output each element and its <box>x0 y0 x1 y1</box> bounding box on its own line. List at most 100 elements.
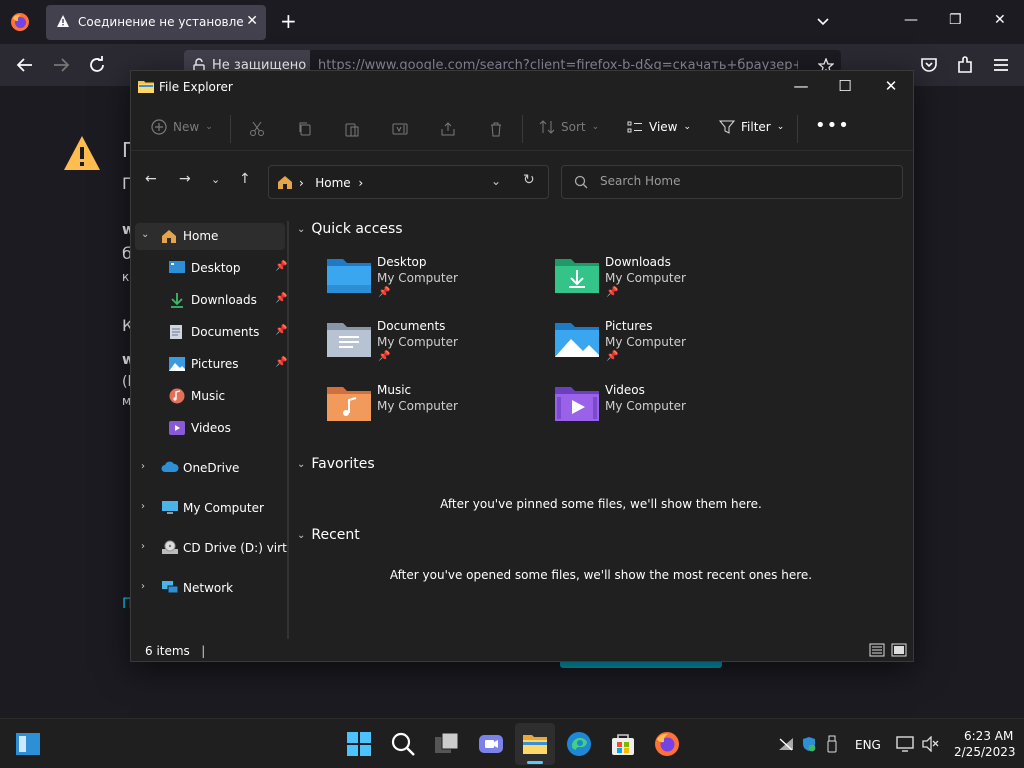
extensions-icon[interactable] <box>954 54 976 76</box>
address-bar[interactable]: › Home › ⌄ ↻ <box>268 165 549 199</box>
pin-icon[interactable]: 📌 <box>275 357 287 368</box>
nav-item-label: Videos <box>191 421 231 435</box>
quick-access-item-desktop[interactable]: Desktop My Computer 📌 <box>327 255 537 311</box>
minimize-icon[interactable]: — <box>791 77 811 95</box>
app-menu-icon[interactable] <box>990 54 1012 76</box>
cut-icon[interactable] <box>249 121 265 137</box>
microsoft-store-icon[interactable] <box>610 731 636 757</box>
nav-item-downloads[interactable]: Downloads 📌 <box>135 287 287 314</box>
close-icon[interactable]: ✕ <box>881 77 901 95</box>
browser-tab-active[interactable]: Соединение не установлено: Потенциальная… <box>46 5 266 40</box>
search-input[interactable] <box>600 174 890 188</box>
quick-access-item-videos[interactable]: Videos My Computer <box>555 383 765 439</box>
forward-icon[interactable]: → <box>179 171 191 187</box>
new-button[interactable]: New ⌄ <box>151 119 213 135</box>
music-icon <box>169 388 185 404</box>
new-tab-button[interactable]: + <box>280 11 297 31</box>
start-windows-icon[interactable] <box>346 731 372 757</box>
view-button[interactable]: View ⌄ <box>627 119 691 135</box>
chevron-right-icon[interactable]: › <box>141 501 145 512</box>
nav-item-videos[interactable]: Videos <box>135 415 285 442</box>
pin-icon[interactable]: 📌 <box>275 293 287 304</box>
filter-button[interactable]: Filter ⌄ <box>719 119 784 135</box>
details-view-icon[interactable] <box>869 643 885 657</box>
warning-icon <box>57 15 69 27</box>
pocket-icon[interactable] <box>918 54 940 76</box>
computer-icon <box>162 501 178 514</box>
chevron-down-icon: ⌄ <box>297 458 306 470</box>
chevron-down-icon[interactable]: ⌄ <box>141 229 149 240</box>
file-explorer-icon[interactable] <box>522 731 548 757</box>
search-icon <box>574 175 588 189</box>
nav-item-documents[interactable]: Documents 📌 <box>135 319 287 346</box>
restore-icon[interactable]: ❐ <box>949 12 962 28</box>
item-location: My Computer <box>377 271 458 285</box>
volume-muted-icon[interactable] <box>922 736 940 752</box>
clock-date[interactable]: 2/25/2023 <box>954 745 1016 759</box>
input-language[interactable]: ENG <box>855 738 881 752</box>
nav-item-network[interactable]: › Network <box>135 575 285 602</box>
nav-item-music[interactable]: Music <box>135 383 285 410</box>
copy-icon[interactable] <box>297 121 313 137</box>
recent-locations-icon[interactable]: ⌄ <box>211 173 220 186</box>
usb-drive-icon[interactable] <box>826 735 838 753</box>
display-icon[interactable] <box>896 736 914 752</box>
minimize-icon[interactable]: — <box>904 12 918 28</box>
nav-item-desktop[interactable]: Desktop 📌 <box>135 255 287 282</box>
more-options-icon[interactable]: ••• <box>815 115 850 136</box>
back-icon[interactable] <box>14 54 36 76</box>
filter-label: Filter <box>741 120 771 134</box>
documents-folder-icon <box>327 323 371 357</box>
chevron-right-icon[interactable]: › <box>141 581 145 592</box>
breadcrumb-home[interactable]: Home <box>315 176 350 190</box>
window-title: File Explorer <box>159 80 233 94</box>
favorites-header[interactable]: ⌄ Favorites <box>297 456 375 472</box>
show-desktop-icon[interactable] <box>16 733 40 755</box>
chevron-right-icon[interactable]: › <box>141 461 145 472</box>
chevron-down-icon[interactable]: ⌄ <box>491 174 501 188</box>
quick-access-item-pictures[interactable]: Pictures My Computer 📌 <box>555 319 765 375</box>
home-icon <box>162 230 176 243</box>
nav-item-home[interactable]: ⌄ Home <box>135 223 285 250</box>
quick-access-item-music[interactable]: Music My Computer <box>327 383 537 439</box>
nav-item-my-computer[interactable]: › My Computer <box>135 495 285 522</box>
explorer-title-bar[interactable]: File Explorer — ☐ ✕ <box>131 71 913 103</box>
music-folder-icon <box>327 387 371 421</box>
pin-icon[interactable]: 📌 <box>275 325 287 336</box>
paste-icon[interactable] <box>344 121 360 137</box>
forward-icon[interactable] <box>50 54 72 76</box>
sort-button[interactable]: Sort ⌄ <box>539 119 599 135</box>
teams-chat-icon[interactable] <box>478 731 504 757</box>
share-icon[interactable] <box>440 121 456 137</box>
clock-time[interactable]: 6:23 AM <box>964 729 1013 743</box>
firefox-logo-icon[interactable] <box>10 12 30 32</box>
chevron-right-icon[interactable]: › <box>141 541 145 552</box>
network-disconnected-icon[interactable] <box>778 737 794 751</box>
rename-icon[interactable] <box>392 121 408 137</box>
firefox-icon[interactable] <box>654 731 680 757</box>
security-shield-icon[interactable] <box>802 736 816 752</box>
edge-icon[interactable] <box>566 731 592 757</box>
pin-icon[interactable]: 📌 <box>275 261 287 272</box>
quick-access-item-downloads[interactable]: Downloads My Computer 📌 <box>555 255 765 311</box>
tiles-view-icon[interactable] <box>891 643 907 657</box>
refresh-icon[interactable]: ↻ <box>523 172 535 188</box>
maximize-icon[interactable]: ☐ <box>835 77 855 95</box>
delete-icon[interactable] <box>488 121 504 137</box>
quick-access-item-documents[interactable]: Documents My Computer 📌 <box>327 319 537 375</box>
nav-item-pictures[interactable]: Pictures 📌 <box>135 351 287 378</box>
close-window-icon[interactable]: ✕ <box>994 12 1006 28</box>
nav-item-cd-drive[interactable]: › CD Drive (D:) virtio-win <box>135 535 287 562</box>
search-icon[interactable] <box>390 731 416 757</box>
reload-icon[interactable] <box>86 54 108 76</box>
nav-item-onedrive[interactable]: › OneDrive <box>135 455 285 482</box>
task-view-icon[interactable] <box>434 731 460 757</box>
quick-access-header[interactable]: ⌄ Quick access <box>297 221 403 237</box>
back-icon[interactable]: ← <box>145 171 157 187</box>
recent-header[interactable]: ⌄ Recent <box>297 527 360 543</box>
tab-close-icon[interactable]: ✕ <box>246 13 258 29</box>
up-icon[interactable]: ↑ <box>239 171 251 187</box>
search-box[interactable] <box>561 165 903 199</box>
item-location: My Computer <box>605 399 686 413</box>
list-all-tabs-icon[interactable] <box>816 14 830 28</box>
